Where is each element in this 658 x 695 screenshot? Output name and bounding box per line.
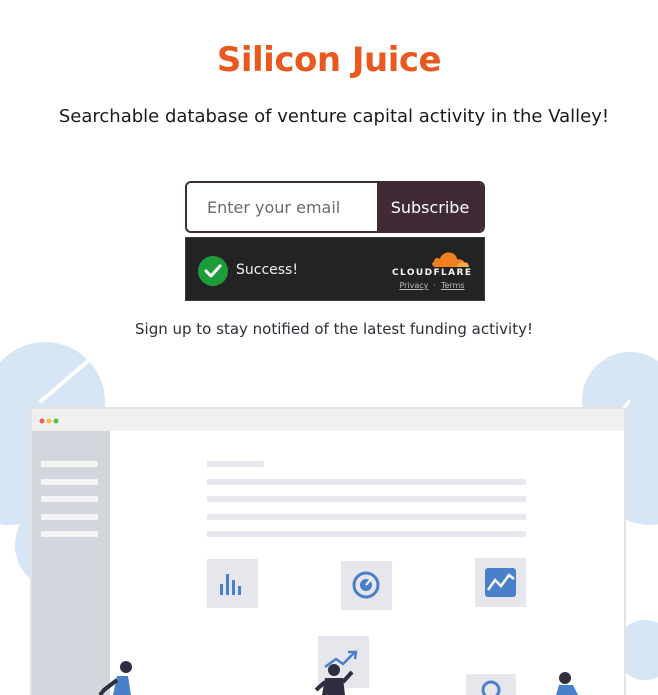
cloudflare-wordmark: CLOUDFLARE: [392, 268, 473, 278]
cloudflare-logo: CLOUDFLARE Privacy · Terms: [392, 250, 472, 294]
bar-chart-card: [207, 559, 258, 608]
check-icon: [198, 256, 228, 286]
page-subtitle: Searchable database of venture capital a…: [58, 106, 610, 127]
signup-form: Subscribe: [185, 181, 485, 233]
line-chart-card: [475, 558, 526, 607]
captcha-links: Privacy · Terms: [392, 281, 472, 290]
terms-link[interactable]: Terms: [441, 281, 465, 290]
bottom-card: [466, 674, 516, 695]
window-dot-yellow: [46, 418, 52, 424]
dashboard-illustration: [0, 342, 658, 695]
window-dot-red: [39, 418, 45, 424]
speedometer-card: [341, 561, 392, 610]
captcha-widget[interactable]: Success! CLOUDFLARE Privacy · Terms: [185, 237, 485, 301]
browser-titlebar: [32, 409, 624, 431]
captcha-status: Success!: [236, 262, 298, 278]
privacy-link[interactable]: Privacy: [399, 281, 428, 290]
page-title: Silicon Juice: [216, 40, 442, 80]
browser-sidebar: [32, 431, 110, 695]
cloudflare-cloud-icon: [432, 252, 469, 267]
subscribe-button[interactable]: Subscribe: [377, 183, 483, 231]
signup-note: Sign up to stay notified of the latest f…: [135, 320, 533, 338]
link-separator: ·: [433, 281, 436, 290]
window-dot-green: [53, 418, 59, 424]
email-input[interactable]: [187, 183, 377, 231]
line-chart-icon: [485, 568, 516, 597]
